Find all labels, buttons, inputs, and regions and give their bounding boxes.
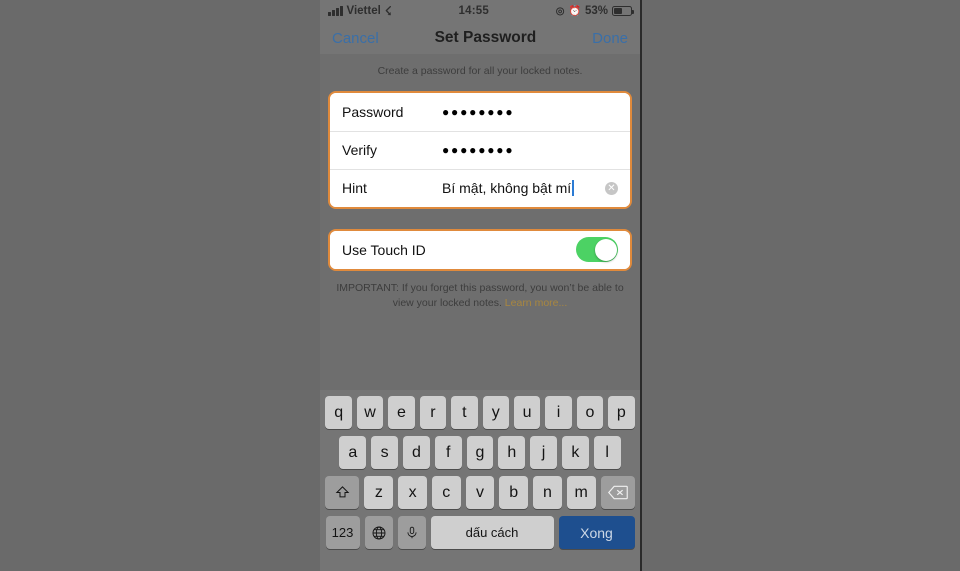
key-q[interactable]: q: [325, 396, 352, 429]
hint-row[interactable]: Hint Bí mật, không bật mí ✕: [330, 168, 630, 207]
verify-label: Verify: [342, 142, 378, 159]
keyboard-row-2: a s d f g h j k l: [323, 436, 637, 469]
key-i[interactable]: i: [545, 396, 572, 429]
wifi-icon: ☇: [384, 4, 392, 18]
shift-key[interactable]: [325, 476, 360, 509]
password-input[interactable]: ●●●●●●●●: [442, 105, 618, 119]
microphone-icon: [406, 526, 417, 538]
hint-value: Bí mật, không bật mí: [442, 180, 572, 197]
on-screen-keyboard: q w e r t y u i o p a s d f g h j k l z …: [320, 390, 640, 571]
backspace-key[interactable]: [600, 476, 635, 509]
key-p[interactable]: p: [608, 396, 635, 429]
phone-screen: Viettel ☇ 14:55 ◎ ⏰ 53% Cancel Set Passw…: [320, 0, 642, 571]
touch-id-toggle[interactable]: [576, 237, 618, 263]
keyboard-row-4: 123 dấu cách Xong: [323, 516, 637, 549]
status-bar-right: ◎ ⏰ 53%: [555, 5, 634, 17]
key-y[interactable]: y: [482, 396, 509, 429]
touch-id-label: Use Touch ID: [342, 241, 426, 258]
status-bar-left: Viettel ☇: [328, 5, 392, 17]
battery-icon: [612, 6, 634, 16]
key-t[interactable]: t: [451, 396, 478, 429]
keyboard-row-3: z x c v b n m: [323, 476, 637, 509]
key-k[interactable]: k: [561, 436, 589, 469]
key-o[interactable]: o: [576, 396, 604, 429]
globe-key[interactable]: [364, 516, 393, 549]
key-w[interactable]: w: [356, 396, 384, 429]
touch-id-card: Use Touch ID: [328, 228, 632, 271]
key-r[interactable]: r: [419, 396, 447, 429]
key-h[interactable]: h: [498, 436, 526, 469]
key-l[interactable]: l: [593, 436, 621, 469]
navigation-bar: Cancel Set Password Done: [320, 22, 640, 54]
keyboard-done-key[interactable]: Xong: [558, 516, 635, 549]
carrier-name: Viettel: [346, 5, 381, 17]
hint-input[interactable]: Bí mật, không bật mí ✕: [442, 180, 618, 197]
status-bar-time: 14:55: [458, 5, 489, 17]
key-x[interactable]: x: [398, 476, 427, 509]
microphone-key[interactable]: [397, 516, 426, 549]
important-footnote: IMPORTANT: If you forget this password, …: [320, 271, 640, 311]
verify-value: ●●●●●●●●: [442, 143, 515, 158]
key-b[interactable]: b: [499, 476, 529, 509]
key-z[interactable]: z: [364, 476, 394, 509]
form-subtitle: Create a password for all your locked no…: [377, 65, 583, 77]
password-row[interactable]: Password ●●●●●●●●: [330, 92, 630, 131]
password-value: ●●●●●●●●: [442, 104, 515, 119]
location-arrow-icon: ◎: [555, 5, 565, 17]
status-bar: Viettel ☇ 14:55 ◎ ⏰ 53%: [320, 0, 640, 22]
key-a[interactable]: a: [339, 436, 367, 469]
toggle-knob: [594, 238, 617, 261]
key-c[interactable]: c: [431, 476, 461, 509]
text-cursor: [572, 180, 574, 197]
key-m[interactable]: m: [566, 476, 596, 509]
password-label: Password: [342, 103, 404, 120]
backspace-icon: [607, 485, 628, 500]
clear-text-icon[interactable]: ✕: [605, 181, 618, 195]
touch-id-row[interactable]: Use Touch ID: [330, 230, 630, 269]
signal-strength-icon: [328, 6, 343, 16]
space-key[interactable]: dấu cách: [430, 516, 554, 549]
globe-icon: [372, 526, 385, 539]
key-s[interactable]: s: [371, 436, 399, 469]
footnote-text: IMPORTANT: If you forget this password, …: [336, 281, 624, 309]
alarm-clock-icon: ⏰: [568, 5, 581, 17]
key-n[interactable]: n: [533, 476, 562, 509]
key-u[interactable]: u: [513, 396, 541, 429]
verify-row[interactable]: Verify ●●●●●●●●: [330, 130, 630, 169]
password-form-card: Password ●●●●●●●● Verify ●●●●●●●● Hint B…: [328, 90, 632, 209]
key-e[interactable]: e: [388, 396, 415, 429]
verify-input[interactable]: ●●●●●●●●: [442, 143, 618, 157]
shift-arrow-icon: [335, 486, 350, 498]
hint-label: Hint: [342, 180, 367, 197]
key-v[interactable]: v: [465, 476, 495, 509]
learn-more-link[interactable]: Learn more...: [505, 297, 567, 309]
key-d[interactable]: d: [403, 436, 430, 469]
key-j[interactable]: j: [530, 436, 557, 469]
keyboard-row-1: q w e r t y u i o p: [323, 396, 637, 429]
cancel-button[interactable]: Cancel: [332, 30, 379, 47]
page-title: Set Password: [434, 29, 537, 46]
done-button[interactable]: Done: [592, 30, 628, 47]
battery-percent: 53%: [584, 5, 608, 17]
numbers-key[interactable]: 123: [325, 516, 360, 549]
main-content: Create a password for all your locked no…: [320, 54, 640, 390]
key-f[interactable]: f: [434, 436, 462, 469]
key-g[interactable]: g: [466, 436, 494, 469]
